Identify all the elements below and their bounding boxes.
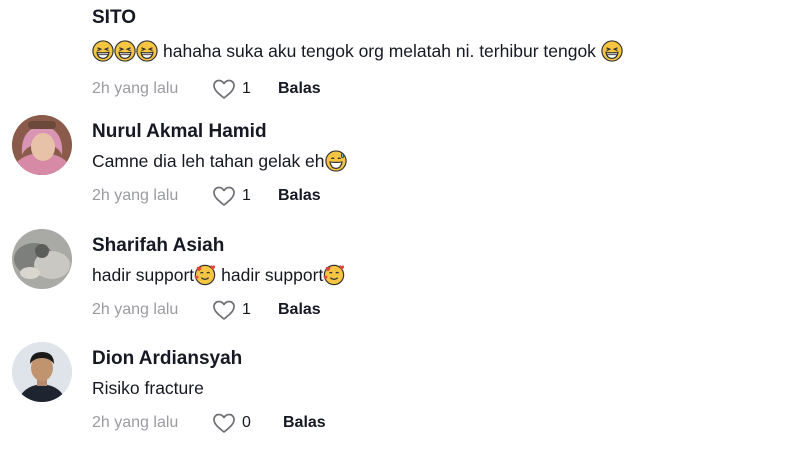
like-button[interactable]: 0 <box>212 412 283 434</box>
heart-outline-icon <box>213 300 235 320</box>
comment-item: SITO hahaha suka aku tengok org melatah … <box>0 6 803 116</box>
comment-meta: 2h yang lalu 1 Balas <box>92 77 321 101</box>
reply-button[interactable]: Balas <box>283 414 326 432</box>
grinning-sweat-face-emoji <box>324 150 347 172</box>
grinning-squinting-face-emoji <box>92 40 114 62</box>
comment-meta: 2h yang lalu 0 Balas <box>92 411 326 435</box>
comment-item: Sharifah Asiah hadir support hadir suppo… <box>0 229 803 344</box>
reply-button[interactable]: Balas <box>278 187 321 205</box>
comment-text-content: Camne dia leh tahan gelak eh <box>92 151 325 171</box>
comment-item: Dion Ardiansyah Risiko fracture 2h yang … <box>0 342 803 457</box>
like-count: 1 <box>242 187 251 204</box>
smiling-face-with-hearts-emoji <box>194 264 216 286</box>
comment-timestamp: 2h yang lalu <box>92 414 179 431</box>
heart-outline-icon <box>213 413 235 433</box>
like-count: 0 <box>242 414 251 431</box>
comment-username[interactable]: Nurul Akmal Hamid <box>92 120 267 144</box>
grinning-squinting-face-emoji <box>136 40 158 62</box>
heart-outline-icon <box>213 79 235 99</box>
like-count: 1 <box>242 80 251 97</box>
comment-username[interactable]: SITO <box>92 6 136 30</box>
avatar[interactable] <box>12 115 72 175</box>
like-button[interactable]: 1 <box>212 299 278 321</box>
comment-text-content: Risiko fracture <box>92 378 204 398</box>
comment-timestamp: 2h yang lalu <box>92 80 179 97</box>
comment-meta: 2h yang lalu 1 Balas <box>92 184 321 208</box>
comment-text: hadir support hadir support <box>92 263 345 287</box>
heart-outline-icon <box>213 186 235 206</box>
comment-username[interactable]: Sharifah Asiah <box>92 234 224 258</box>
grinning-squinting-face-emoji <box>601 40 623 62</box>
comment-meta: 2h yang lalu 1 Balas <box>92 298 321 322</box>
grinning-squinting-face-emoji <box>114 40 136 62</box>
like-button[interactable]: 1 <box>212 78 278 100</box>
comment-text: Risiko fracture <box>92 376 204 400</box>
like-button[interactable]: 1 <box>212 185 278 207</box>
comment-text-part-1: hadir support <box>92 265 195 285</box>
comment-text: Camne dia leh tahan gelak eh <box>92 149 347 173</box>
comment-text-content: hahaha suka aku tengok org melatah ni. t… <box>163 41 596 61</box>
reply-button[interactable]: Balas <box>278 301 321 319</box>
comment-item: Nurul Akmal Hamid Camne dia leh tahan ge… <box>0 115 803 230</box>
comment-username[interactable]: Dion Ardiansyah <box>92 347 242 371</box>
reply-button[interactable]: Balas <box>278 80 321 98</box>
comment-text: hahaha suka aku tengok org melatah ni. t… <box>92 39 623 63</box>
comment-timestamp: 2h yang lalu <box>92 187 179 204</box>
avatar[interactable] <box>12 229 72 289</box>
smiling-face-with-hearts-emoji <box>323 264 345 286</box>
comment-timestamp: 2h yang lalu <box>92 301 179 318</box>
like-count: 1 <box>242 301 251 318</box>
avatar[interactable] <box>12 342 72 402</box>
comment-text-part-2: hadir support <box>221 265 324 285</box>
